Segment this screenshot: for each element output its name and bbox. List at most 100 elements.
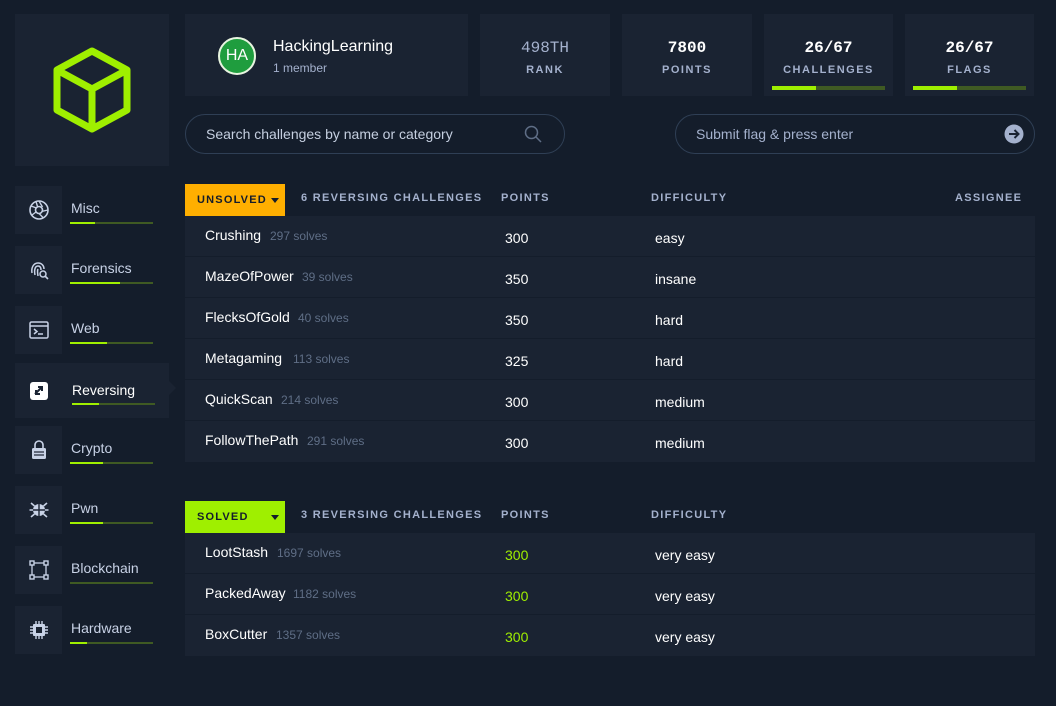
table-row[interactable]: PackedAway 1182 solves 300 very easy <box>185 574 1035 615</box>
solve-count: 1697 solves <box>277 546 342 560</box>
team-panel[interactable]: HA HackingLearning 1 member <box>185 14 468 96</box>
column-header-points[interactable]: POINTS <box>501 509 550 521</box>
stat-rank: 498TH RANK <box>480 14 610 96</box>
column-header-difficulty[interactable]: DIFFICULTY <box>651 192 727 204</box>
challenge-points: 350 <box>505 271 529 287</box>
challenge-difficulty: medium <box>655 394 705 410</box>
solved-table-header: SOLVED 3 REVERSING CHALLENGES POINTS DIF… <box>185 501 1035 533</box>
challenge-difficulty: insane <box>655 271 697 287</box>
sidebar-item-reversing[interactable]: Reversing <box>15 363 169 418</box>
challenge-points: 300 <box>505 435 529 451</box>
challenge-difficulty: hard <box>655 312 684 328</box>
table-row[interactable]: MazeOfPower 39 solves 350 insane <box>185 257 1035 298</box>
solve-count: 40 solves <box>298 311 349 325</box>
stat-challenges-value: 26/67 <box>804 39 853 57</box>
sidebar-item-pwn[interactable]: Pwn <box>15 486 169 534</box>
challenge-name[interactable]: FlecksOfGold <box>205 309 290 325</box>
active-indicator <box>169 381 176 395</box>
sidebar-item-web[interactable]: Web <box>15 306 169 354</box>
challenge-difficulty: very easy <box>655 588 715 604</box>
chip-icon <box>29 621 48 639</box>
challenge-points: 300 <box>505 394 529 410</box>
challenge-name[interactable]: Metagaming <box>205 350 282 366</box>
stat-rank-label: RANK <box>526 64 564 76</box>
solve-count: 113 solves <box>293 352 350 366</box>
chevron-down-icon <box>270 514 279 520</box>
challenge-name[interactable]: QuickScan <box>205 391 273 407</box>
column-header-assignee[interactable]: ASSIGNEE <box>955 192 1022 204</box>
stat-flags: 26/67 FLAGS <box>905 14 1034 96</box>
reverse-arrows-icon <box>29 381 48 400</box>
unsolved-count-label: 6 REVERSING CHALLENGES <box>301 192 483 204</box>
column-header-difficulty[interactable]: DIFFICULTY <box>651 509 727 521</box>
table-row[interactable]: FollowThePath 291 solves 300 medium <box>185 421 1035 462</box>
challenge-difficulty: very easy <box>655 629 715 645</box>
team-member-count: 1 member <box>273 61 328 75</box>
challenge-difficulty: easy <box>655 230 685 246</box>
challenge-name[interactable]: LootStash <box>205 544 268 560</box>
camera-shutter-icon <box>28 200 49 220</box>
challenge-name[interactable]: BoxCutter <box>205 626 267 642</box>
solve-count: 291 solves <box>307 434 365 448</box>
table-row[interactable]: QuickScan 214 solves 300 medium <box>185 380 1035 421</box>
challenge-name[interactable]: PackedAway <box>205 585 286 601</box>
search-icon[interactable] <box>523 124 543 144</box>
challenge-difficulty: very easy <box>655 547 715 563</box>
search-input[interactable] <box>206 115 516 153</box>
sidebar-item-label: Forensics <box>71 260 132 276</box>
sidebar-item-blockchain[interactable]: Blockchain <box>15 546 169 594</box>
challenge-points: 300 <box>505 230 529 246</box>
solve-count: 214 solves <box>281 393 339 407</box>
table-row[interactable]: Metagaming 113 solves 325 hard <box>185 339 1035 380</box>
sidebar-item-crypto[interactable]: Crypto <box>15 426 169 474</box>
solved-tag-label: SOLVED <box>197 511 249 523</box>
table-row[interactable]: FlecksOfGold 40 solves 350 hard <box>185 298 1035 339</box>
sidebar-item-forensics[interactable]: Forensics <box>15 246 169 294</box>
search-box[interactable] <box>185 114 565 154</box>
stat-points-label: POINTS <box>662 64 712 76</box>
table-row[interactable]: BoxCutter 1357 solves 300 very easy <box>185 615 1035 656</box>
unsolved-filter-dropdown[interactable]: UNSOLVED <box>185 184 285 216</box>
bug-icon <box>29 502 48 518</box>
stat-rank-value: 498TH <box>520 39 569 57</box>
chevron-down-icon <box>270 197 279 203</box>
sidebar-item-misc[interactable]: Misc <box>15 186 169 234</box>
sidebar-item-hardware[interactable]: Hardware <box>15 606 169 654</box>
sidebar-item-label: Crypto <box>71 440 113 456</box>
flag-submit-box[interactable] <box>675 114 1035 154</box>
challenge-difficulty: hard <box>655 353 684 369</box>
table-row[interactable]: Crushing 297 solves 300 easy <box>185 216 1035 257</box>
solved-count-label: 3 REVERSING CHALLENGES <box>301 509 483 521</box>
solved-filter-dropdown[interactable]: SOLVED <box>185 501 285 533</box>
team-name[interactable]: HackingLearning <box>273 38 393 56</box>
challenge-name[interactable]: Crushing <box>205 227 261 243</box>
sidebar-item-label: Pwn <box>71 500 99 516</box>
team-avatar[interactable]: HA <box>218 37 256 75</box>
nodes-square-icon <box>28 560 49 580</box>
sidebar-item-label: Reversing <box>72 382 136 398</box>
flag-input[interactable] <box>696 115 986 153</box>
unsolved-table-header: UNSOLVED 6 REVERSING CHALLENGES POINTS D… <box>185 184 1035 216</box>
table-row[interactable]: LootStash 1697 solves 300 very easy <box>185 533 1035 574</box>
solve-count: 1357 solves <box>276 628 341 642</box>
stat-challenges-label: CHALLENGES <box>783 64 874 76</box>
sidebar-item-label: Blockchain <box>71 560 139 576</box>
stat-flags-value: 26/67 <box>945 39 994 57</box>
challenge-points: 350 <box>505 312 529 328</box>
challenge-name[interactable]: MazeOfPower <box>205 268 294 284</box>
lock-icon <box>31 440 46 459</box>
cube-logo-icon <box>53 47 131 133</box>
challenge-name[interactable]: FollowThePath <box>205 432 298 448</box>
stat-points-value: 7800 <box>667 39 707 57</box>
solve-count: 1182 solves <box>293 587 357 601</box>
stat-flags-progress <box>913 86 1026 90</box>
solve-count: 297 solves <box>270 229 328 243</box>
challenge-points: 300 <box>505 547 529 563</box>
column-header-points[interactable]: POINTS <box>501 192 550 204</box>
stat-points: 7800 POINTS <box>622 14 752 96</box>
unsolved-tag-label: UNSOLVED <box>197 194 267 206</box>
stat-challenges: 26/67 CHALLENGES <box>764 14 893 96</box>
sidebar-item-label: Hardware <box>71 620 132 636</box>
submit-arrow-icon[interactable] <box>1004 124 1024 144</box>
stat-flags-label: FLAGS <box>947 64 992 76</box>
